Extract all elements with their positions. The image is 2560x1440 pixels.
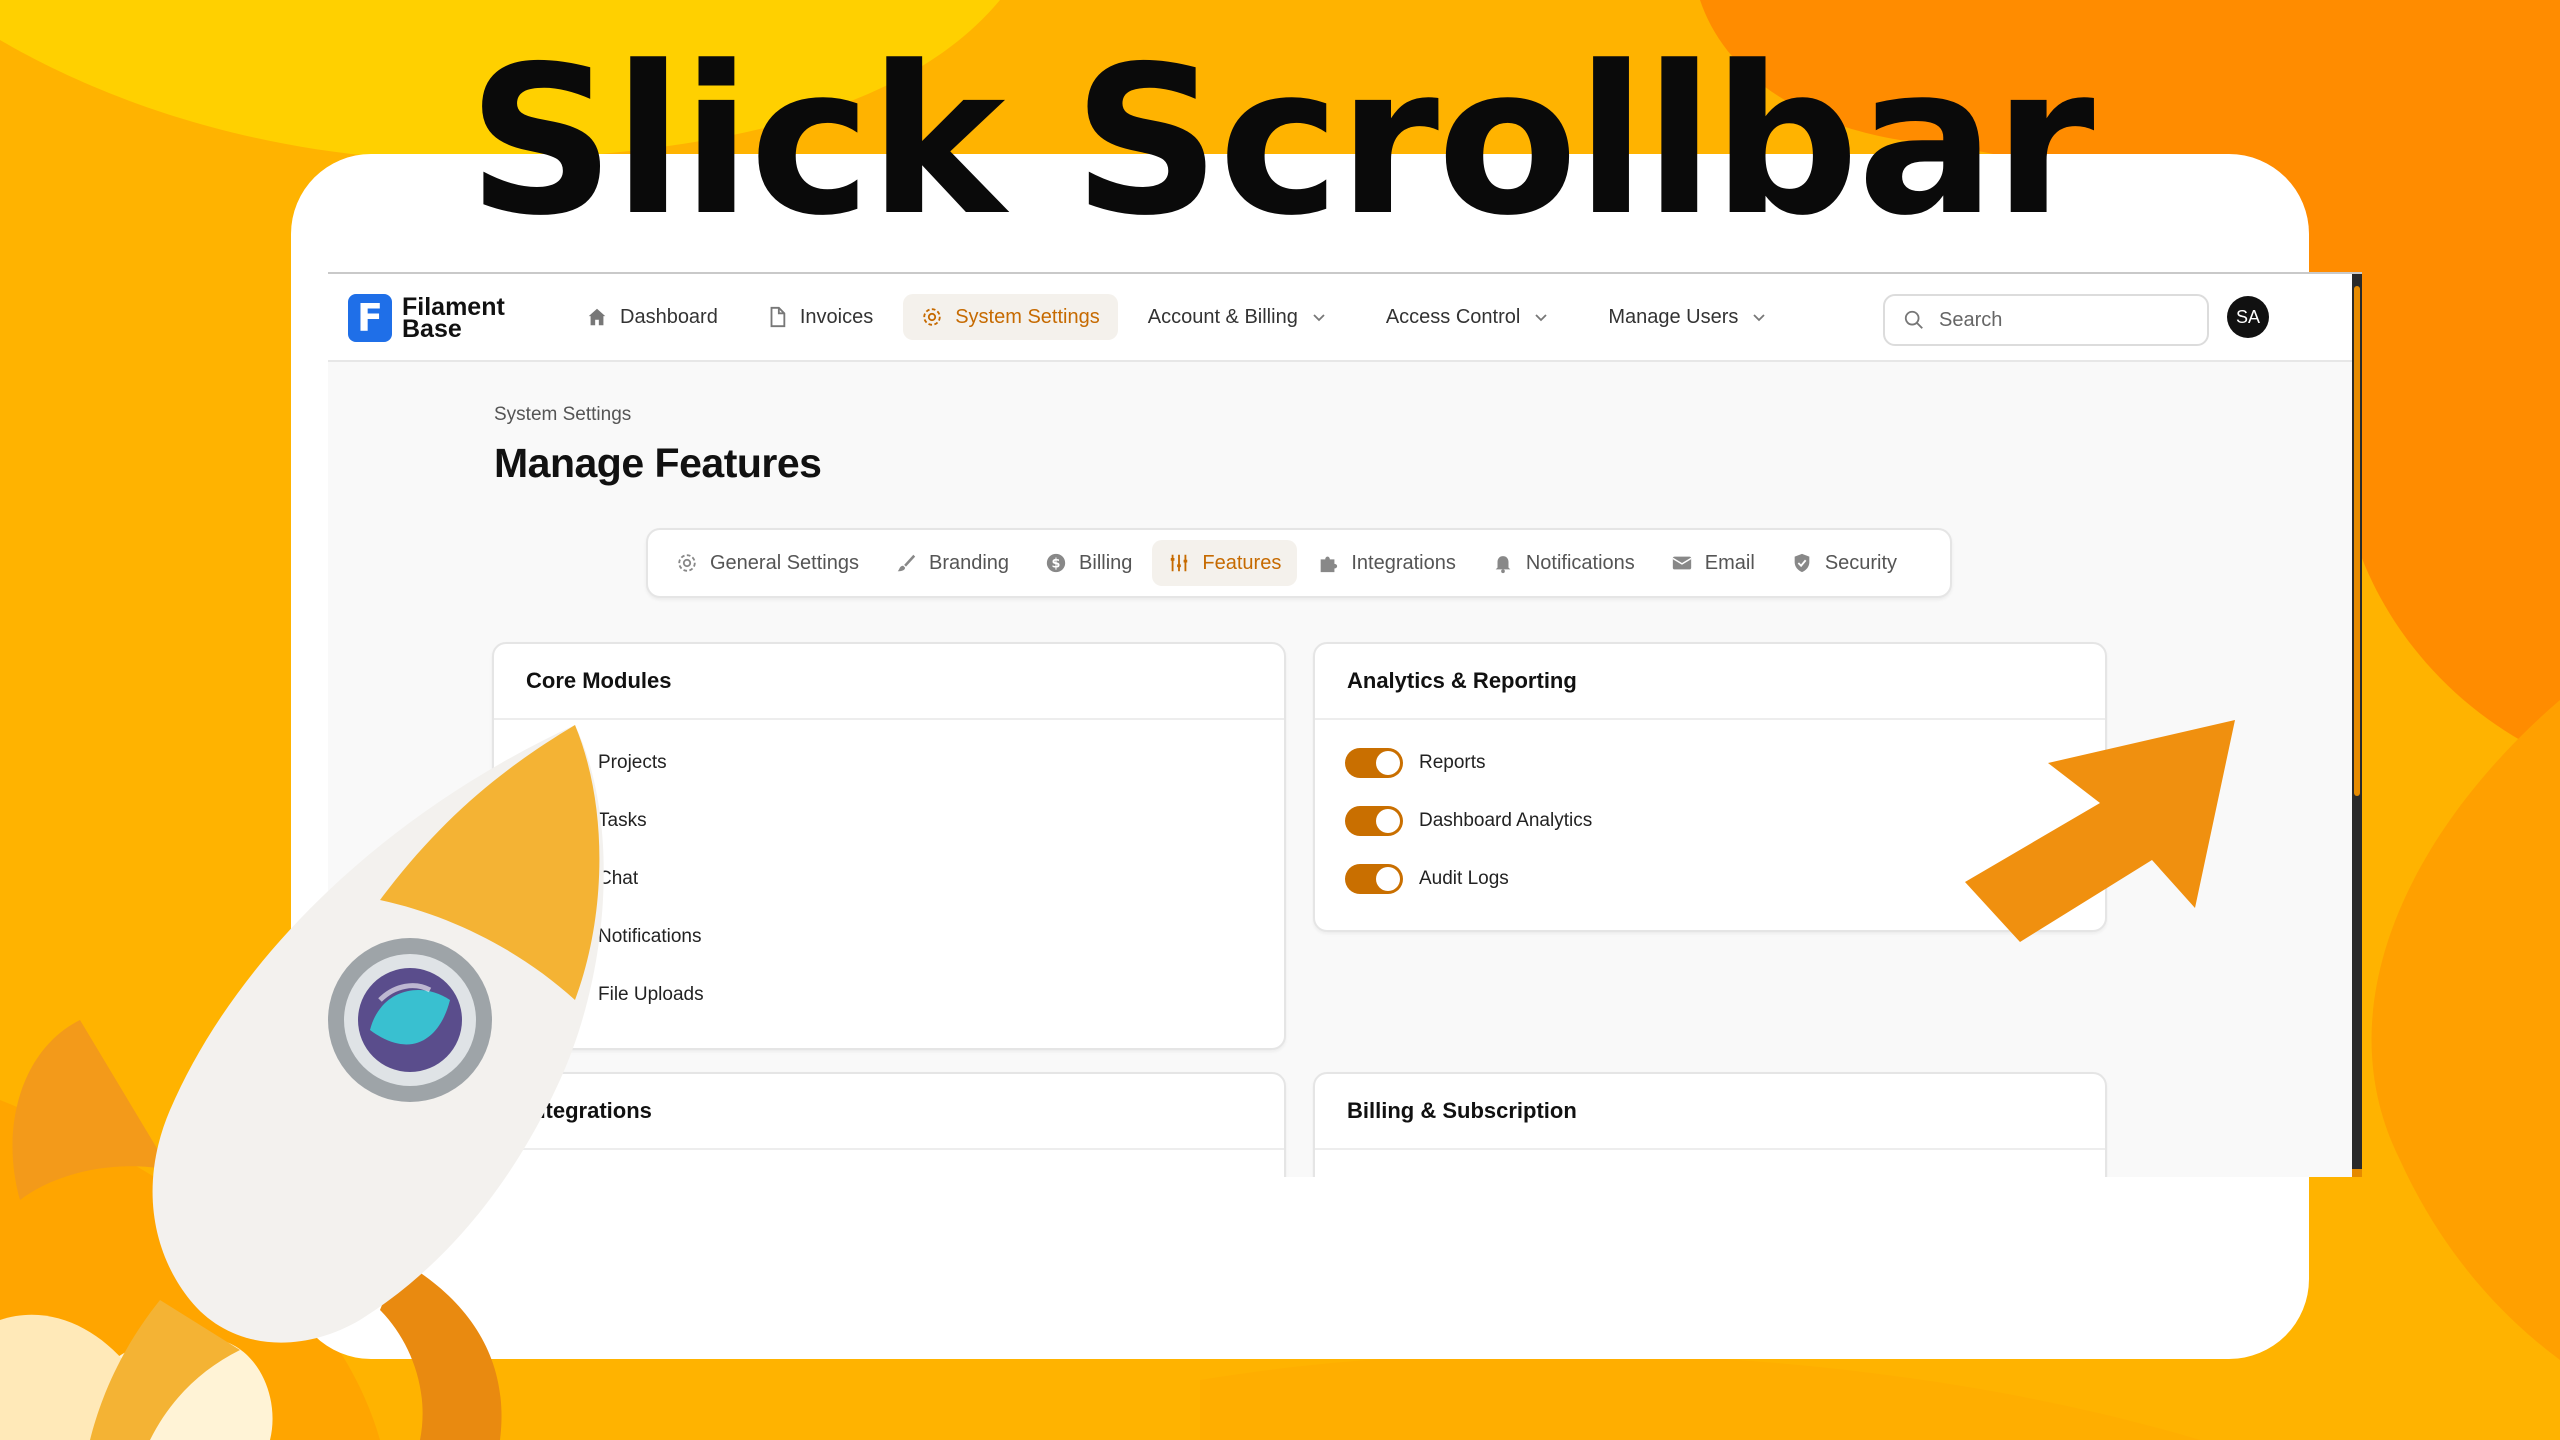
dollar-icon: $ bbox=[1046, 553, 1066, 573]
tab-integrations[interactable]: Integrations bbox=[1301, 540, 1472, 586]
search-icon bbox=[1904, 310, 1923, 329]
tab-features[interactable]: Features bbox=[1152, 540, 1298, 586]
headline: Slick Scrollbar bbox=[467, 23, 2094, 261]
envelope-icon bbox=[1672, 556, 1692, 570]
nav-dashboard[interactable]: Dashboard bbox=[568, 294, 736, 340]
nav-system-settings[interactable]: System Settings bbox=[903, 294, 1118, 340]
logo-text: Filament Base bbox=[402, 295, 505, 343]
feature-label: Reports bbox=[1419, 752, 1486, 773]
tab-label: Features bbox=[1202, 551, 1282, 574]
settings-tabs: General Settings Branding $ Billing Feat… bbox=[646, 528, 1952, 598]
nav-account-billing[interactable]: Account & Billing bbox=[1130, 294, 1356, 340]
puzzle-icon bbox=[1321, 556, 1338, 573]
gear-icon bbox=[923, 308, 941, 326]
tab-branding[interactable]: Branding bbox=[879, 540, 1025, 586]
tab-label: Email bbox=[1704, 551, 1755, 574]
tab-security[interactable]: Security bbox=[1775, 540, 1913, 586]
tab-label: Notifications bbox=[1525, 551, 1635, 574]
feature-toggle[interactable] bbox=[1345, 864, 1403, 894]
panel-billing-subscription: Billing & Subscription bbox=[1313, 1072, 2107, 1177]
tab-label: General Settings bbox=[710, 551, 859, 574]
scrollbar-thumb[interactable] bbox=[2354, 286, 2360, 796]
tab-label: Security bbox=[1824, 551, 1898, 574]
scrollbar-end-cap bbox=[2352, 1169, 2362, 1177]
top-navbar: F Filament Base Dashboard Invoices Syste… bbox=[328, 274, 2362, 362]
arrow-pointer bbox=[1965, 720, 2235, 942]
nav-system-settings-label: System Settings bbox=[955, 305, 1100, 328]
search-box[interactable] bbox=[1883, 294, 2209, 346]
nav-manage-users[interactable]: Manage Users bbox=[1590, 294, 1796, 340]
logo-mark: F bbox=[348, 294, 392, 342]
chevron-down-icon bbox=[1753, 314, 1766, 322]
nav-manage-users-label: Manage Users bbox=[1608, 305, 1739, 328]
breadcrumb[interactable]: System Settings bbox=[494, 404, 631, 426]
shield-icon bbox=[1794, 553, 1810, 573]
tab-label: Billing bbox=[1079, 551, 1133, 574]
page-title: Manage Features bbox=[494, 440, 822, 486]
panel-title: Analytics & Reporting bbox=[1315, 644, 2105, 720]
nav-invoices-label: Invoices bbox=[799, 305, 874, 328]
svg-text:$: $ bbox=[1052, 557, 1061, 572]
sliders-icon bbox=[1171, 554, 1188, 572]
nav-dashboard-label: Dashboard bbox=[620, 305, 718, 328]
feature-label: Dashboard Analytics bbox=[1419, 810, 1593, 831]
chevron-down-icon bbox=[1535, 314, 1547, 322]
tab-label: Branding bbox=[928, 551, 1010, 574]
nav-access-control-label: Access Control bbox=[1385, 305, 1521, 328]
nav-account-billing-label: Account & Billing bbox=[1147, 305, 1298, 328]
chevron-down-icon bbox=[1313, 314, 1325, 322]
rocket-illustration bbox=[0, 725, 604, 1440]
feature-toggle[interactable] bbox=[1345, 806, 1403, 836]
logo[interactable]: F Filament Base bbox=[348, 294, 505, 342]
nav-access-control[interactable]: Access Control bbox=[1368, 294, 1579, 340]
search-input[interactable] bbox=[1937, 307, 2181, 333]
main-nav: Dashboard Invoices System Settings Accou… bbox=[568, 294, 1796, 340]
tab-notifications[interactable]: Notifications bbox=[1476, 540, 1651, 586]
brush-icon bbox=[897, 554, 916, 572]
bell-icon bbox=[1495, 556, 1511, 574]
home-icon bbox=[588, 308, 606, 326]
feature-toggle[interactable] bbox=[1345, 748, 1403, 778]
panel-title: Billing & Subscription bbox=[1315, 1074, 2105, 1150]
nav-invoices[interactable]: Invoices bbox=[748, 294, 891, 340]
tab-billing[interactable]: $ Billing bbox=[1029, 540, 1148, 586]
avatar[interactable]: SA bbox=[2227, 296, 2269, 338]
logo-line2: Base bbox=[402, 315, 462, 343]
tab-email[interactable]: Email bbox=[1655, 540, 1771, 586]
document-icon bbox=[770, 306, 786, 328]
tab-label: Integrations bbox=[1351, 551, 1456, 574]
gear-icon bbox=[678, 554, 696, 572]
feature-label: Audit Logs bbox=[1419, 868, 1509, 889]
tab-general-settings[interactable]: General Settings bbox=[660, 540, 875, 586]
